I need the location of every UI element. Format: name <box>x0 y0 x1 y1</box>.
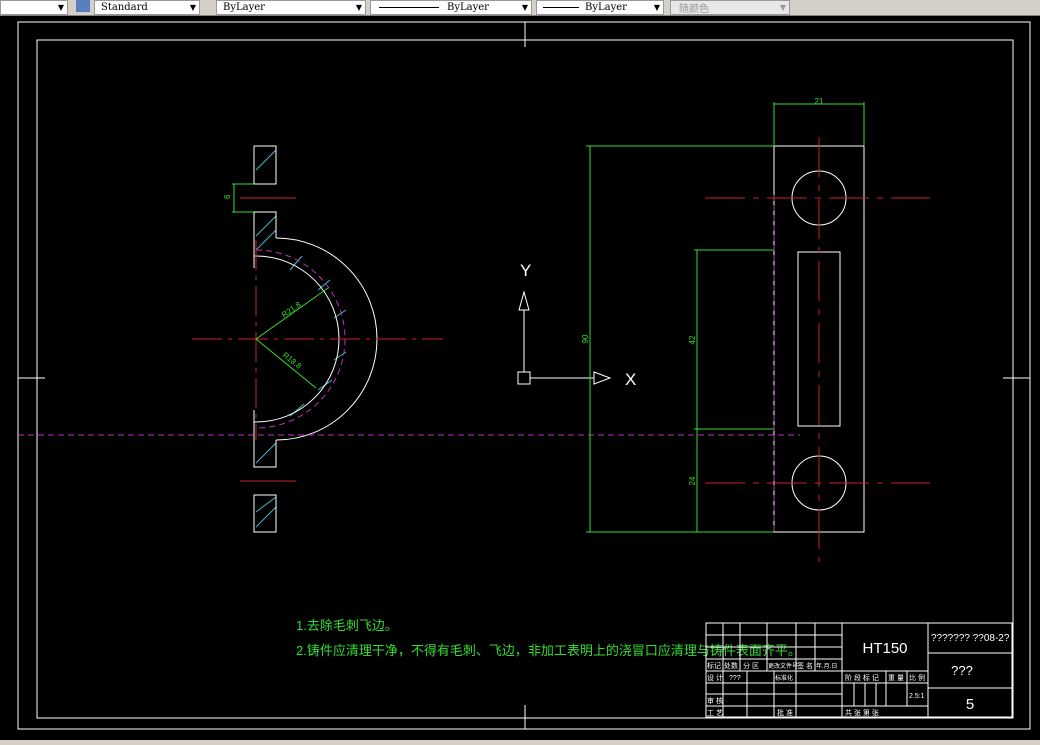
tb-count: 处数 <box>724 661 738 670</box>
tb-weight: 重 量 <box>888 674 904 682</box>
note-2: 2.铸件应清理干净，不得有毛刺、飞边，非加工表明上的浇冒口应清理与铸件表面齐平。 <box>296 643 801 658</box>
plotstyle-value: 随颜色 <box>679 4 709 15</box>
linetype-value: ByLayer <box>447 2 489 13</box>
status-strip <box>0 740 1040 745</box>
dim-outer-radius: R21.8 <box>280 300 303 320</box>
tb-material: HT150 <box>862 640 907 657</box>
dim-hole: 6 <box>223 194 232 199</box>
tb-process: 工 艺 <box>707 709 723 717</box>
front-view <box>192 145 443 533</box>
dim-slot: 42 <box>688 335 697 344</box>
tb-date: 年.月.日 <box>816 662 837 670</box>
dim-height: 90 <box>581 334 590 343</box>
tb-design: 设 计 <box>707 673 723 682</box>
text-style-icon[interactable] <box>76 0 90 12</box>
side-view <box>586 102 930 562</box>
ucs-icon <box>517 290 612 385</box>
properties-toolbar: ▼ Standard ▼ ByLayer ▼ ByLayer ▼ ByLayer ▼ 随… <box>0 0 1040 16</box>
lineweight-select[interactable]: ByLayer ▼ <box>536 0 664 15</box>
tb-sheet-number: 5 <box>966 696 974 713</box>
tb-zone: 分 区 <box>743 661 759 670</box>
tb-standard: 标准化 <box>775 674 793 682</box>
tb-mark: 标记 <box>707 661 721 670</box>
drawing-canvas[interactable]: 6 R21.8 R18.8 Y X 21 90 42 24 1.去除毛刺飞边。 … <box>0 16 1040 740</box>
color-value: ByLayer <box>223 2 265 13</box>
text-style-select[interactable]: Standard ▼ <box>94 0 200 15</box>
tb-sign: 签 名 <box>797 661 813 670</box>
text-style-value: Standard <box>101 2 148 13</box>
ucs-x-label: X <box>625 370 636 389</box>
plotstyle-select: 随颜色 ▼ <box>670 0 790 15</box>
linetype-select[interactable]: ByLayer ▼ <box>370 0 532 15</box>
dim-width: 21 <box>815 97 824 106</box>
tb-designer: ??? <box>729 675 741 682</box>
tb-review: 审 核 <box>707 696 723 705</box>
tb-scale: 2.5:1 <box>909 693 925 700</box>
lineweight-value: ByLayer <box>585 2 627 13</box>
tb-approve: 批 准 <box>777 708 793 717</box>
dropdown-partial[interactable]: ▼ <box>0 0 68 15</box>
tb-part-name: ??? <box>951 663 973 678</box>
tb-stage: 阶 段 标 记 <box>845 673 879 682</box>
tb-drawing-no: ??????? ??08-2? <box>931 633 1010 644</box>
tb-sheets: 共 张 第 张 <box>845 708 879 717</box>
dim-offset: 24 <box>688 476 697 485</box>
ucs-y-label: Y <box>520 261 531 280</box>
layer-color-select[interactable]: ByLayer ▼ <box>216 0 366 15</box>
tb-change-doc: 更改文件号 <box>768 662 798 670</box>
note-1: 1.去除毛刺飞边。 <box>296 618 398 633</box>
tb-scale-label: 比 例 <box>909 673 925 682</box>
